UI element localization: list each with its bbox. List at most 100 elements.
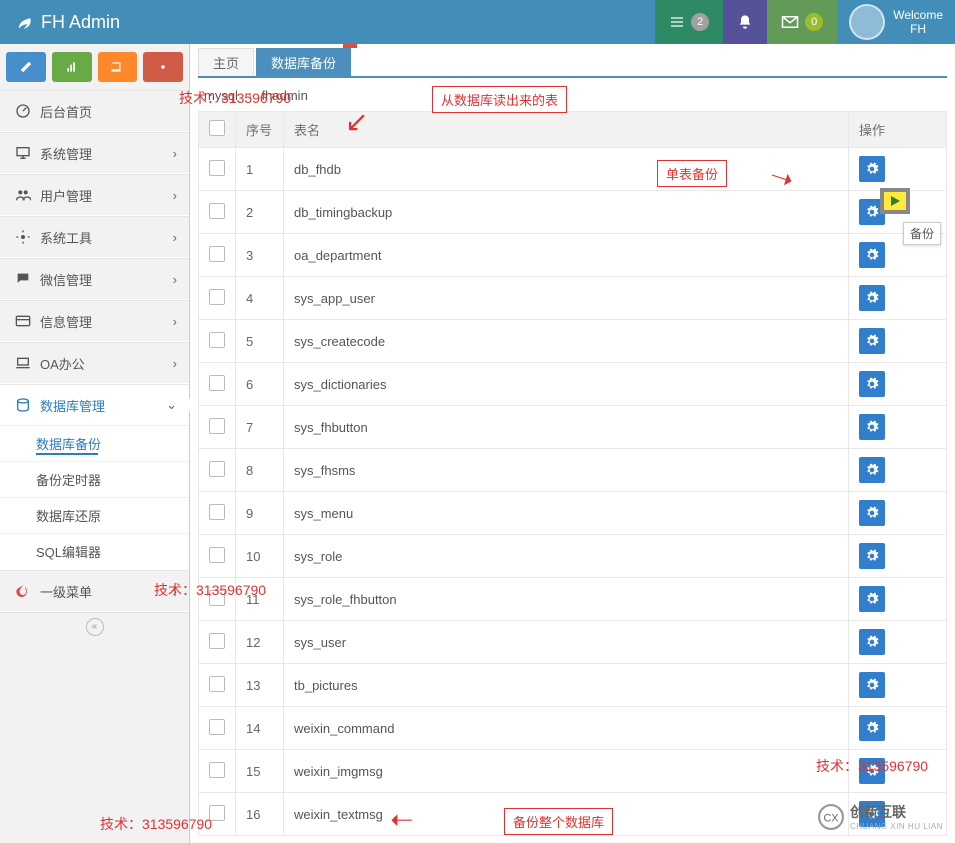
row-action-button[interactable] <box>859 156 885 182</box>
row-checkbox[interactable] <box>209 375 225 391</box>
table-row: 5sys_createcode <box>199 320 947 363</box>
sidebar-item-7[interactable]: 数据库管理⌄ <box>0 385 189 425</box>
sidebar-subitem-7-2[interactable]: 数据库还原 <box>0 497 189 533</box>
mail-button[interactable]: 0 <box>767 0 837 44</box>
nav-list: 后台首页系统管理›用户管理›系统工具›微信管理›信息管理›OA办公›数据库管理⌄… <box>0 90 189 612</box>
chevron-right-icon: › <box>173 314 177 329</box>
row-checkbox[interactable] <box>209 719 225 735</box>
backup-play-popup[interactable] <box>880 188 910 214</box>
cx-logo-icon: CX <box>818 804 844 830</box>
shortcut-stats[interactable] <box>52 52 92 82</box>
sidebar-item-6[interactable]: OA办公› <box>0 343 189 383</box>
row-checkbox[interactable] <box>209 203 225 219</box>
row-name: db_fhdb <box>284 148 849 191</box>
row-action-button[interactable] <box>859 242 885 268</box>
tab-db-backup[interactable]: 数据库备份 <box>256 48 351 76</box>
row-action-button[interactable] <box>859 414 885 440</box>
sidebar-item-1[interactable]: 系统管理› <box>0 133 189 173</box>
row-checkbox[interactable] <box>209 590 225 606</box>
sidebar-collapse[interactable]: « <box>0 612 189 640</box>
laptop-icon <box>12 355 34 371</box>
tables-grid: 序号 表名 操作 1db_fhdb2db_timingbackup3oa_dep… <box>198 111 947 836</box>
table-row: 10sys_role <box>199 535 947 578</box>
credit-icon <box>12 313 34 329</box>
row-action-button[interactable] <box>859 758 885 784</box>
row-action-button[interactable] <box>859 328 885 354</box>
row-index: 10 <box>236 535 284 578</box>
tasks-button[interactable]: 2 <box>655 0 723 44</box>
sidebar-subitem-7-0[interactable]: 数据库备份 <box>0 425 189 461</box>
gear-icon <box>865 764 879 778</box>
row-action-button[interactable] <box>859 285 885 311</box>
col-index: 序号 <box>236 112 284 148</box>
table-row: 3oa_department <box>199 234 947 277</box>
tab-home[interactable]: 主页 <box>198 48 254 76</box>
chevron-right-icon: › <box>173 584 177 599</box>
tab-close[interactable]: ✕ <box>343 44 357 48</box>
shortcut-book[interactable] <box>98 52 138 82</box>
row-index: 15 <box>236 750 284 793</box>
gear-icon <box>865 162 879 176</box>
row-name: sys_fhsms <box>284 449 849 492</box>
user-menu[interactable]: Welcome FH <box>837 4 955 40</box>
row-action-button[interactable] <box>859 500 885 526</box>
row-action-button[interactable] <box>859 715 885 741</box>
sidebar-subitem-7-3[interactable]: SQL编辑器 <box>0 533 189 569</box>
row-checkbox[interactable] <box>209 547 225 563</box>
shortcut-edit[interactable] <box>6 52 46 82</box>
sidebar-item-8[interactable]: 一级菜单› <box>0 571 189 611</box>
breadcrumb-fhadmin[interactable]: fhadmin <box>262 88 308 103</box>
row-action-button[interactable] <box>859 586 885 612</box>
brand: FH Admin <box>0 12 135 33</box>
row-action-button[interactable] <box>859 672 885 698</box>
row-name: tb_pictures <box>284 664 849 707</box>
main-panel: 主页 数据库备份 ✕ mysql › fhadmin 序号 表名 操作 1db_… <box>190 44 955 843</box>
row-name: weixin_imgmsg <box>284 750 849 793</box>
row-checkbox[interactable] <box>209 332 225 348</box>
row-checkbox[interactable] <box>209 762 225 778</box>
chevron-right-icon: › <box>173 146 177 161</box>
row-checkbox[interactable] <box>209 633 225 649</box>
sidebar-subitem-7-1[interactable]: 备份定时器 <box>0 461 189 497</box>
sidebar-item-3[interactable]: 系统工具› <box>0 217 189 257</box>
shortcuts <box>0 44 189 90</box>
gear-icon <box>865 721 879 735</box>
row-checkbox[interactable] <box>209 160 225 176</box>
brand-text: FH Admin <box>41 12 120 33</box>
chevron-right-icon: › <box>173 272 177 287</box>
breadcrumb-mysql[interactable]: mysql <box>204 88 238 103</box>
table-row: 9sys_menu <box>199 492 947 535</box>
row-action-button[interactable] <box>859 457 885 483</box>
checkbox-all[interactable] <box>209 120 225 136</box>
row-checkbox[interactable] <box>209 418 225 434</box>
row-action-button[interactable] <box>859 543 885 569</box>
row-checkbox[interactable] <box>209 504 225 520</box>
callout-read-from-db: 从数据库读出来的表 <box>432 86 567 113</box>
table-row: 7sys_fhbutton <box>199 406 947 449</box>
row-checkbox[interactable] <box>209 246 225 262</box>
shortcut-settings[interactable] <box>143 52 183 82</box>
arrow-icon: ↙ <box>345 108 368 136</box>
row-index: 13 <box>236 664 284 707</box>
alerts-button[interactable] <box>723 0 767 44</box>
sidebar-item-0[interactable]: 后台首页 <box>0 91 189 131</box>
row-checkbox[interactable] <box>209 461 225 477</box>
row-checkbox[interactable] <box>209 676 225 692</box>
table-row: 8sys_fhsms <box>199 449 947 492</box>
gear-icon <box>865 248 879 262</box>
callout-single-backup: 单表备份 <box>657 160 727 187</box>
row-checkbox[interactable] <box>209 805 225 821</box>
sidebar-item-4[interactable]: 微信管理› <box>0 259 189 299</box>
breadcrumb: mysql › fhadmin <box>198 78 947 111</box>
chevron-right-icon: › <box>173 356 177 371</box>
users-icon <box>12 187 34 203</box>
sidebar-item-2[interactable]: 用户管理› <box>0 175 189 215</box>
row-checkbox[interactable] <box>209 289 225 305</box>
gear-icon <box>865 463 879 477</box>
sidebar-item-5[interactable]: 信息管理› <box>0 301 189 341</box>
row-action-button[interactable] <box>859 371 885 397</box>
gear-icon <box>865 506 879 520</box>
row-action-button[interactable] <box>859 629 885 655</box>
row-index: 16 <box>236 793 284 836</box>
row-name: sys_role_fhbutton <box>284 578 849 621</box>
